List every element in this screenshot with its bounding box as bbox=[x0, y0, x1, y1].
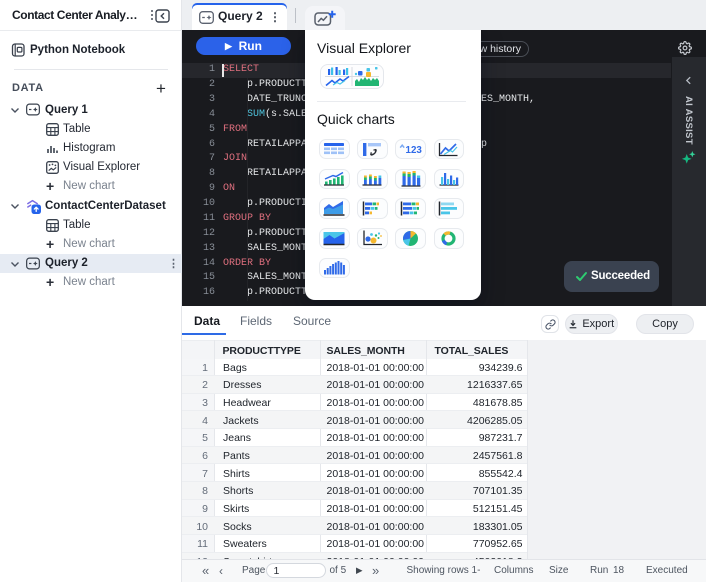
svg-text:123: 123 bbox=[406, 145, 423, 155]
